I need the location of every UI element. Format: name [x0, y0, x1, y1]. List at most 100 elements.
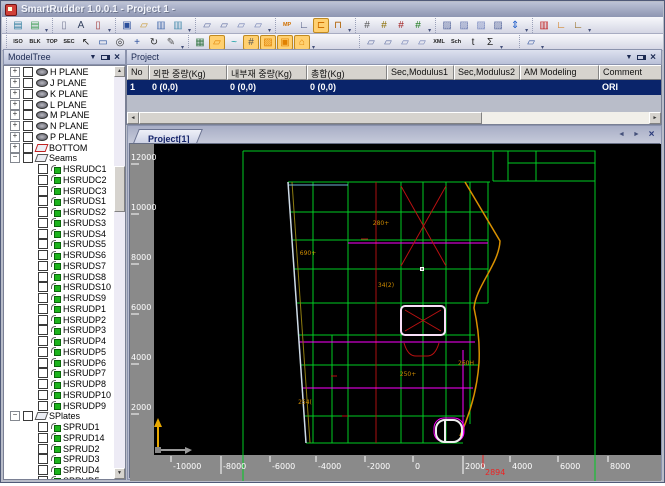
- visibility-checkbox[interactable]: [38, 443, 48, 454]
- project-pin-button[interactable]: [635, 52, 647, 63]
- toolbar-overflow-icon[interactable]: ▾: [108, 22, 111, 34]
- tree-item-hsrudp5[interactable]: HSRUDP5: [4, 346, 114, 358]
- visibility-checkbox[interactable]: [38, 314, 48, 325]
- visibility-checkbox[interactable]: [38, 475, 48, 479]
- expand-icon[interactable]: +: [10, 110, 20, 121]
- plane-copy-icon[interactable]: ▱: [414, 35, 430, 50]
- expand-icon[interactable]: +: [10, 121, 20, 132]
- tree-item-sprud1[interactable]: SPRUD1: [4, 422, 114, 433]
- collapse-icon[interactable]: −: [10, 153, 20, 164]
- visibility-checkbox[interactable]: [23, 411, 33, 422]
- expand-icon[interactable]: +: [10, 99, 20, 110]
- page-export-icon[interactable]: ▥: [153, 18, 169, 33]
- fence2-icon[interactable]: #: [376, 18, 392, 33]
- save-icon[interactable]: ▣: [119, 18, 135, 33]
- visibility-checkbox[interactable]: [38, 217, 48, 228]
- tree-item-sprud14[interactable]: SPRUD14: [4, 432, 114, 444]
- blk-view-button[interactable]: BLK: [27, 35, 43, 50]
- column-header-4[interactable]: Sec,Modulus1: [387, 65, 454, 80]
- visibility-checkbox[interactable]: [38, 454, 48, 465]
- tree-item-j-plane[interactable]: + J PLANE: [4, 78, 114, 89]
- plane-doc2-icon[interactable]: ▱: [216, 18, 232, 33]
- expand-icon[interactable]: +: [10, 88, 20, 99]
- toolbar-overflow-icon[interactable]: ▾: [268, 22, 271, 34]
- plane-doc3-icon[interactable]: ▱: [233, 18, 249, 33]
- column-header-1[interactable]: 외판 중량(Kg): [149, 65, 227, 80]
- tree-item-hsrudc1[interactable]: HSRUDC1: [4, 164, 114, 175]
- grid-fence-icon[interactable]: #: [243, 34, 260, 50]
- scrollbar-thumb[interactable]: [114, 166, 125, 212]
- project-menu-button[interactable]: ▼: [623, 52, 635, 63]
- tree-item-n-plane[interactable]: + N PLANE: [4, 121, 114, 132]
- column-header-7[interactable]: Comment: [599, 65, 661, 80]
- tree-item-hsrudp10[interactable]: HSRUDP10: [4, 389, 114, 401]
- sec-view-button[interactable]: SEC: [61, 35, 77, 50]
- tree-item-hsruds6[interactable]: HSRUDS6: [4, 250, 114, 261]
- tree-item-hsrudp6[interactable]: HSRUDP6: [4, 357, 114, 368]
- tree-item-hsruds8[interactable]: HSRUDS8: [4, 271, 114, 282]
- tree-item-k-plane[interactable]: + K PLANE: [4, 88, 114, 100]
- updown-icon[interactable]: ⇕: [507, 18, 523, 33]
- visibility-checkbox[interactable]: [38, 196, 48, 207]
- rotate-icon[interactable]: ↻: [146, 35, 162, 50]
- column-header-3[interactable]: 총합(Kg): [307, 65, 387, 80]
- visibility-checkbox[interactable]: [38, 293, 48, 304]
- visibility-checkbox[interactable]: [23, 142, 33, 153]
- plane-hatch3-icon[interactable]: ▨: [473, 18, 489, 33]
- toolbar-overflow-icon[interactable]: ▾: [45, 22, 48, 34]
- visibility-checkbox[interactable]: [23, 131, 33, 142]
- column-header-0[interactable]: No: [127, 65, 149, 80]
- plane-check-icon[interactable]: ▱: [397, 35, 413, 50]
- scroll-left-icon[interactable]: ◄: [127, 112, 139, 124]
- column-header-6[interactable]: AM Modeling: [520, 65, 599, 80]
- tree-item-hsrudp3[interactable]: HSRUDP3: [4, 325, 114, 336]
- scroll-right-icon[interactable]: ►: [649, 112, 661, 124]
- zoom-window-icon[interactable]: ▭: [95, 35, 111, 50]
- tree-item-hsrudp4[interactable]: HSRUDP4: [4, 336, 114, 347]
- sigma-button[interactable]: Σ: [482, 35, 498, 50]
- expand-icon[interactable]: +: [10, 78, 20, 89]
- zoom-icon[interactable]: ◎: [112, 35, 128, 50]
- cad-canvas[interactable]: 12000 10000 8000 6000 4000 2000 -10000 -8000 -6…: [129, 143, 661, 481]
- visibility-checkbox[interactable]: [38, 228, 48, 239]
- red-plate-icon[interactable]: ▥: [536, 18, 552, 33]
- mp-tool-icon[interactable]: MP: [279, 18, 295, 33]
- tree-item-hsrudp7[interactable]: HSRUDP7: [4, 368, 114, 379]
- visibility-checkbox[interactable]: [38, 325, 48, 336]
- table-hscrollbar[interactable]: ◄ ►: [127, 112, 661, 124]
- tree-item-bottom[interactable]: + BOTTOM: [4, 142, 114, 153]
- image-view-icon[interactable]: ▦: [192, 35, 208, 50]
- plane-edit-icon[interactable]: ▱: [380, 35, 396, 50]
- point-tool-icon[interactable]: ✎: [163, 35, 179, 50]
- nav-prev-button[interactable]: ◄: [615, 128, 628, 140]
- plane-hatch4-icon[interactable]: ▨: [490, 18, 506, 33]
- modeltree-scrollbar[interactable]: ▲ ▼: [114, 66, 125, 479]
- tree-item-h-plane[interactable]: + H PLANE: [4, 67, 114, 78]
- top-view-button[interactable]: TOP: [44, 35, 60, 50]
- tree-item-hsruds10[interactable]: HSRUDS10: [4, 282, 114, 293]
- tree-item-hsrudc2[interactable]: HSRUDC2: [4, 174, 114, 186]
- plane-new-icon[interactable]: ▱: [363, 35, 379, 50]
- corner-tool-icon[interactable]: ∟: [296, 18, 312, 33]
- expand-icon[interactable]: +: [10, 131, 20, 142]
- fence1-icon[interactable]: #: [359, 18, 375, 33]
- plane-hatch1-icon[interactable]: ▨: [439, 18, 455, 33]
- visibility-checkbox[interactable]: [23, 99, 33, 110]
- tree-item-m-plane[interactable]: + M PLANE: [4, 110, 114, 121]
- title-bar[interactable]: SmartRudder 1.0.0.1 - Project 1 -: [2, 2, 663, 17]
- visibility-checkbox[interactable]: [38, 164, 48, 175]
- visibility-checkbox[interactable]: [38, 250, 48, 261]
- tree-item-l-plane[interactable]: + L PLANE: [4, 99, 114, 110]
- angle2-icon[interactable]: ∟: [570, 18, 586, 33]
- tree-item-seams[interactable]: − Seams: [4, 153, 114, 164]
- tree-item-hsruds3[interactable]: HSRUDS3: [4, 217, 114, 229]
- fence3-icon[interactable]: #: [393, 18, 409, 33]
- plane-doc4-icon[interactable]: ▱: [250, 18, 266, 33]
- tree-item-hsruds5[interactable]: HSRUDS5: [4, 239, 114, 250]
- visibility-checkbox[interactable]: [38, 239, 48, 250]
- toolbar-overflow-icon[interactable]: ▾: [428, 22, 431, 34]
- visibility-checkbox[interactable]: [38, 346, 48, 357]
- plane-doc1-icon[interactable]: ▱: [199, 18, 215, 33]
- angle1-icon[interactable]: ∟: [553, 18, 569, 33]
- visibility-checkbox[interactable]: [38, 303, 48, 314]
